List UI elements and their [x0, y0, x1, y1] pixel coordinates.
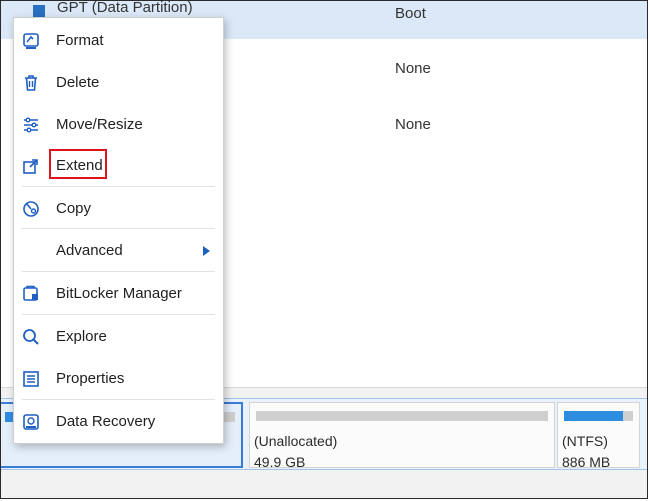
menu-item-advanced[interactable]: Advanced [14, 234, 223, 270]
partition-size: 886 MB [562, 454, 611, 470]
app-window: GPT (Data Partition) Boot None None (Una… [0, 0, 648, 499]
menu-item-copy[interactable]: Copy [14, 192, 223, 228]
partition-usage-bar [564, 411, 633, 421]
context-menu: Format Delete Move/Resize Extend Copy Ad… [13, 17, 224, 444]
partition-type: None [395, 116, 431, 133]
menu-item-label: Data Recovery [56, 413, 156, 430]
menu-item-explore[interactable]: Explore [14, 320, 223, 356]
menu-separator [22, 314, 215, 315]
partition-label: (NTFS) [562, 433, 608, 449]
extend-icon [23, 159, 38, 174]
menu-item-label: Format [56, 32, 104, 49]
partition-type: None [395, 60, 431, 77]
menu-item-extend[interactable]: Extend [14, 149, 223, 185]
menu-item-label: BitLocker Manager [56, 285, 182, 302]
sliders-icon [24, 117, 38, 133]
menu-item-label: Copy [56, 200, 92, 217]
list-icon [23, 371, 39, 387]
menu-item-label: Move/Resize [56, 116, 143, 133]
menu-item-properties[interactable]: Properties [14, 362, 223, 398]
menu-item-format[interactable]: Format [14, 24, 223, 60]
bitlocker-icon [23, 285, 38, 301]
menu-separator [22, 228, 215, 229]
copy-icon [23, 201, 39, 217]
partition-type: Boot [395, 5, 426, 22]
disk-partition-unallocated[interactable]: (Unallocated) 49.9 GB [249, 402, 555, 470]
partition-label: (Unallocated) [254, 433, 338, 449]
disk-partition-ntfs[interactable]: (NTFS) 886 MB [557, 402, 640, 470]
partition-color-icon [33, 5, 45, 17]
partition-usage-bar [256, 411, 548, 421]
menu-item-label: Advanced [56, 242, 123, 259]
menu-item-delete[interactable]: Delete [14, 66, 223, 102]
menu-separator [22, 186, 215, 187]
format-icon [23, 33, 39, 49]
menu-item-label: Delete [56, 74, 100, 91]
partition-name: GPT (Data Partition) [57, 0, 193, 16]
chevron-right-icon [203, 246, 210, 256]
recovery-icon [23, 414, 39, 430]
menu-item-move-resize[interactable]: Move/Resize [14, 108, 223, 144]
menu-separator [22, 399, 215, 400]
search-icon [23, 329, 39, 345]
menu-separator [22, 271, 215, 272]
trash-icon [25, 75, 37, 91]
extend-highlight-box [49, 149, 107, 179]
partition-size: 49.9 GB [254, 454, 306, 470]
menu-item-label: Explore [56, 328, 107, 345]
menu-item-label: Properties [56, 370, 125, 387]
menu-item-bitlocker[interactable]: BitLocker Manager [14, 277, 223, 313]
menu-item-data-recovery[interactable]: Data Recovery [14, 405, 223, 441]
